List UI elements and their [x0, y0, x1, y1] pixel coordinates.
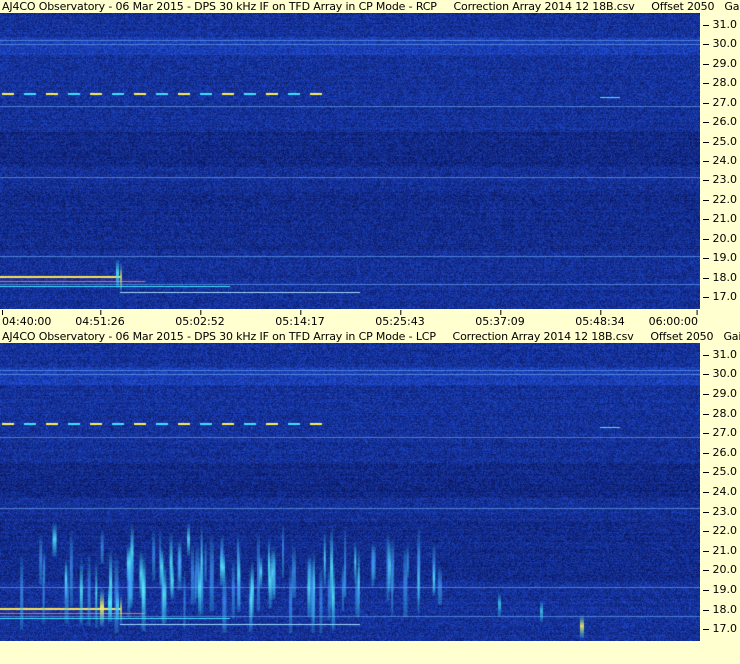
rcp-spectrogram[interactable] — [0, 13, 700, 309]
rcp-title-station: AJ4CO Observatory - 06 Mar 2015 - DPS 30… — [2, 0, 437, 13]
rcp-title-offset: Offset 2050 — [651, 0, 715, 13]
time-tick-label: 05:37:09 — [475, 310, 525, 328]
frequency-tick-label: 24.0 — [702, 154, 737, 167]
time-tick-label: 04:40:00 — [2, 310, 52, 328]
lcp-title: AJ4CO Observatory - 06 Mar 2015 - DPS 30… — [2, 330, 740, 343]
frequency-tick-label: 31.0 — [702, 347, 737, 361]
frequency-tick-label: 19.0 — [702, 583, 737, 597]
frequency-tick-label: 31.0 — [702, 17, 737, 31]
frequency-tick-label: 23.0 — [702, 504, 737, 518]
frequency-tick-label: 22.0 — [702, 192, 737, 206]
time-tick-label: 06:00:00 — [648, 310, 699, 328]
lcp-title-gain: Gain 5.0 — [723, 330, 740, 343]
lcp-title-correction: Correction Array 2014 12 18B.csv — [452, 330, 634, 343]
frequency-tick-label: 17.0 — [702, 622, 737, 636]
frequency-tick-label: 18.0 — [702, 270, 737, 284]
frequency-tick-label: 18.0 — [702, 602, 737, 616]
frequency-tick-label: 27.0 — [702, 426, 737, 440]
frequency-tick-label: 21.0 — [702, 212, 737, 226]
frequency-tick-label: 17.0 — [702, 290, 737, 304]
time-tick-label: 05:14:17 — [275, 310, 325, 328]
frequency-tick-label: 27.0 — [702, 95, 737, 109]
rcp-frequency-axis: 31.0 30.0 29.0 28.0 27.0 26.0 25.0 24.0 23.0 22.0… — [700, 13, 740, 309]
frequency-tick-label: 24.0 — [702, 485, 737, 498]
rcp-title-gain: Gain 5.0 — [724, 0, 740, 13]
frequency-tick-label: 22.0 — [702, 524, 737, 538]
lcp-panel: AJ4CO Observatory - 06 Mar 2015 - DPS 30… — [0, 330, 740, 664]
frequency-tick-label: 26.0 — [702, 115, 737, 129]
frequency-tick-label: 30.0 — [702, 367, 737, 381]
frequency-tick-label: 19.0 — [702, 251, 737, 265]
frequency-tick-label: 30.0 — [702, 37, 737, 51]
time-tick-label: 05:48:34 — [575, 310, 625, 328]
frequency-tick-label: 23.0 — [702, 173, 737, 187]
frequency-tick-label: 25.0 — [702, 465, 737, 479]
frequency-tick-label: 20.0 — [702, 231, 737, 245]
time-tick-label: 04:51:26 — [75, 310, 125, 328]
lcp-title-offset: Offset 2050 — [650, 330, 714, 343]
lcp-frequency-axis: 31.0 30.0 29.0 28.0 27.0 26.0 25.0 24.0 23.0 22.0… — [700, 343, 740, 641]
frequency-tick-label: 26.0 — [702, 445, 737, 459]
frequency-tick-label: 25.0 — [702, 134, 737, 148]
rcp-spectrogram-canvas[interactable] — [0, 13, 700, 309]
rcp-title-correction: Correction Array 2014 12 18B.csv — [453, 0, 635, 13]
frequency-tick-label: 21.0 — [702, 543, 737, 557]
frequency-tick-label: 29.0 — [702, 56, 737, 70]
frequency-tick-label: 28.0 — [702, 406, 737, 420]
time-tick-label: 05:02:52 — [175, 310, 225, 328]
rcp-time-axis: 04:40:00 04:51:26 05:02:52 05:14:17 05:25:43… — [0, 309, 700, 329]
frequency-tick-label: 28.0 — [702, 76, 737, 90]
time-tick-label: 05:25:43 — [375, 310, 425, 328]
rcp-title: AJ4CO Observatory - 06 Mar 2015 - DPS 30… — [2, 0, 740, 13]
lcp-time-axis — [0, 641, 700, 664]
lcp-spectrogram-canvas[interactable] — [0, 343, 700, 641]
rcp-panel: AJ4CO Observatory - 06 Mar 2015 - DPS 30… — [0, 0, 740, 330]
frequency-tick-label: 20.0 — [702, 563, 737, 577]
frequency-tick-label: 29.0 — [702, 386, 737, 400]
lcp-title-station: AJ4CO Observatory - 06 Mar 2015 - DPS 30… — [2, 330, 436, 343]
lcp-spectrogram[interactable] — [0, 343, 700, 641]
